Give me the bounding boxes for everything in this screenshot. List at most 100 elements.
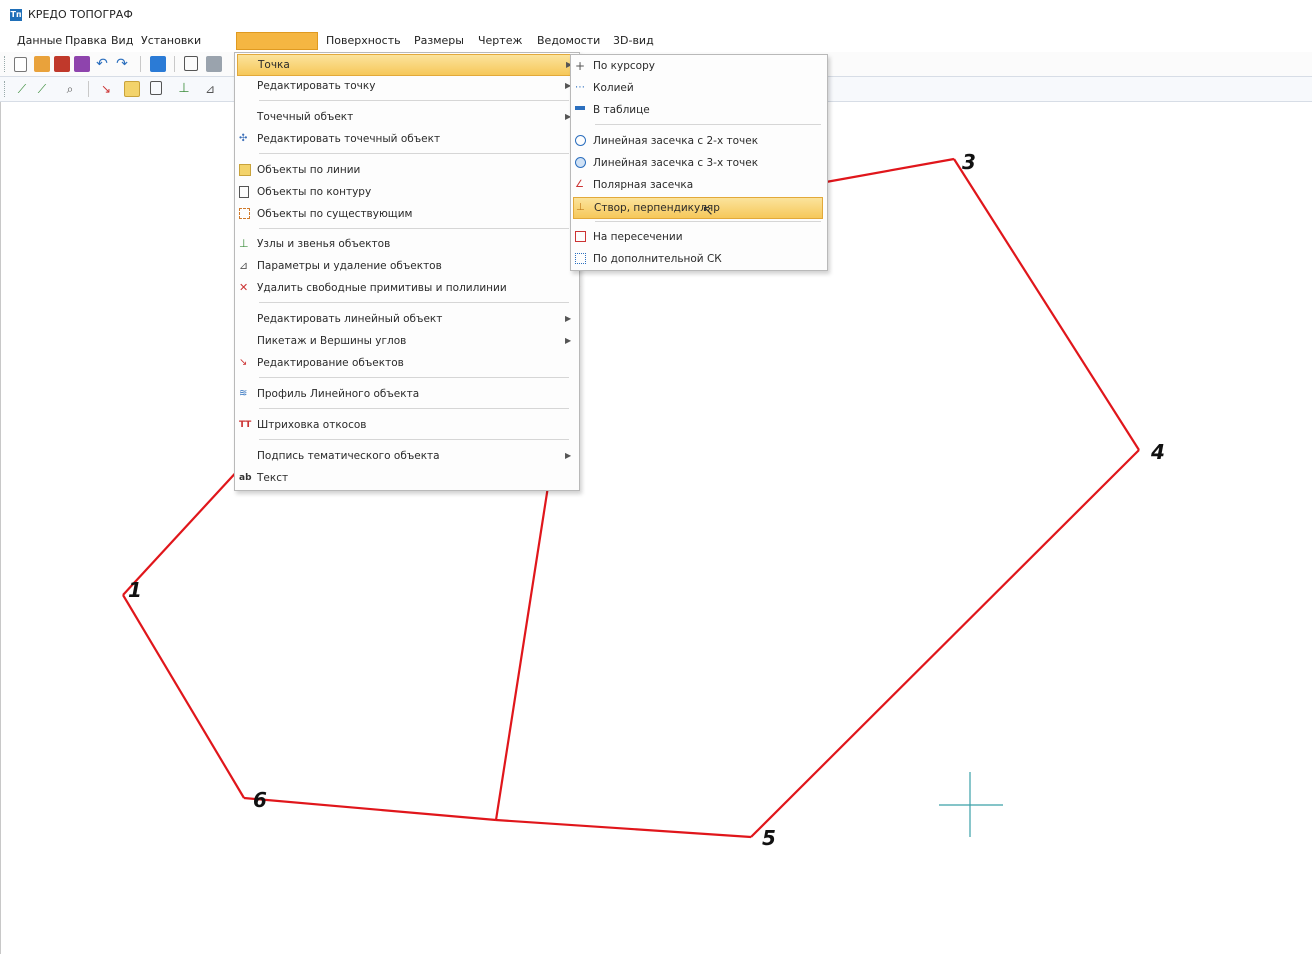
submenu-item-linear-2pt[interactable]: Линейная засечка с 2-х точек (573, 131, 821, 151)
point-label-3: 3 (962, 150, 976, 174)
frame-icon[interactable] (184, 56, 198, 71)
menu-item-label: В таблице (593, 104, 650, 116)
save-as-icon[interactable] (74, 56, 90, 72)
edge-6-mid[interactable] (243, 796, 497, 822)
new-file-icon[interactable] (14, 57, 27, 72)
submenu-item-additional-cs[interactable]: По дополнительной СК (573, 249, 821, 269)
linear-intersection-3-icon (575, 157, 586, 168)
submenu-item-by-cursor[interactable]: + По курсору (573, 56, 821, 76)
menu-item-label: Полярная засечка (593, 179, 694, 191)
edge-3-menu[interactable] (825, 157, 955, 184)
zoom-icon[interactable]: ⌕ (62, 81, 78, 97)
submenu-item-intersection[interactable]: На пересечении (573, 227, 821, 247)
toolbar-separator (174, 56, 175, 72)
menu-constructions[interactable]: Построения (236, 32, 318, 50)
submenu-item-by-track[interactable]: ⋯ Колией (573, 78, 821, 98)
menu-data[interactable]: Данные (14, 33, 65, 49)
menu-reports[interactable]: Ведомости (534, 33, 603, 49)
menu-item-parameters-delete[interactable]: ⊿ Параметры и удаление объектов (237, 256, 573, 276)
menu-item-label: По курсору (593, 60, 655, 72)
menu-item-linear-profile[interactable]: ≋ Профиль Линейного объекта (237, 384, 573, 404)
app-logo-icon: Тп (10, 9, 22, 21)
select-icon[interactable]: ↘ (98, 81, 114, 97)
menu-item-objects-by-contour[interactable]: Объекты по контуру (237, 182, 573, 202)
profile-icon: ≋ (239, 388, 248, 399)
menu-item-slope-hatching[interactable]: ТТ Штриховка откосов (237, 415, 573, 435)
nodes-icon: ⊥ (239, 237, 249, 250)
edge-mid-5[interactable] (495, 818, 752, 839)
menu-item-point-object[interactable]: Точечный объект ▶ (237, 107, 573, 127)
linear-intersection-icon (575, 135, 586, 146)
submenu-item-polar[interactable]: ∠ Полярная засечка (573, 175, 821, 195)
objects-by-contour-icon (239, 186, 249, 198)
app-title: КРЕДО ТОПОГРАФ (28, 8, 133, 21)
node-move-icon[interactable]: ⟋ (34, 81, 50, 97)
menu-item-delete-primitives[interactable]: ✕ Удалить свободные примитивы и полилини… (237, 278, 573, 298)
submenu-item-perpendicular[interactable]: ⊥ Створ, перпендикуляр (573, 197, 823, 219)
edit-objects-icon: ↘ (239, 357, 248, 368)
menu-item-label: Линейная засечка с 2-х точек (593, 135, 759, 147)
submenu-item-in-table[interactable]: В таблице (573, 100, 821, 120)
menu-settings[interactable]: Установки (138, 33, 204, 49)
menu-item-label: Объекты по линии (257, 164, 361, 176)
menu-item-label: Пикетаж и Вершины углов (257, 335, 407, 347)
menu-item-edit-linear-object[interactable]: Редактировать линейный объект ▶ (237, 309, 573, 329)
edge-1-top[interactable] (122, 466, 242, 596)
objects-by-line-icon (239, 164, 251, 176)
menu-item-label: Редактировать точку (257, 80, 376, 92)
table-icon (575, 106, 585, 110)
undo-icon[interactable]: ↶ (94, 56, 110, 72)
menu-dimensions[interactable]: Размеры (411, 33, 467, 49)
menu-item-edit-point[interactable]: Редактировать точку ▶ (237, 76, 573, 96)
cursor-point-icon: + (575, 59, 586, 73)
toolbar-grip[interactable] (4, 81, 8, 97)
text-icon: ab (239, 473, 252, 483)
nodes-icon[interactable]: ⊥ (176, 81, 192, 97)
redo-icon[interactable]: ↷ (114, 56, 130, 72)
toolbar-grip[interactable] (4, 56, 8, 72)
perpendicular-icon: ⊥ (576, 202, 585, 213)
submenu-item-linear-3pt[interactable]: Линейная засечка с 3-х точек (573, 153, 821, 173)
parameters-icon[interactable]: ⊿ (202, 81, 218, 97)
menu-item-label: Объекты по контуру (257, 186, 372, 198)
menu-item-objects-by-line[interactable]: Объекты по линии (237, 160, 573, 180)
edge-5-4[interactable] (750, 449, 1140, 838)
objects-by-line-icon[interactable] (124, 81, 140, 97)
save-icon[interactable] (54, 56, 70, 72)
menu-3d-view[interactable]: 3D-вид (610, 33, 657, 49)
title-bar: Тп КРЕДО ТОПОГРАФ (0, 0, 1312, 30)
point-label-4: 4 (1151, 440, 1165, 464)
menu-item-label: Профиль Линейного объекта (257, 388, 420, 400)
node-edit-icon[interactable]: ⟋ (14, 81, 30, 97)
objects-by-contour-icon[interactable] (150, 81, 162, 95)
menu-separator (259, 228, 569, 229)
menu-item-point[interactable]: Точка ▶ (237, 54, 575, 76)
menu-item-label: Узлы и звенья объектов (257, 238, 391, 250)
menu-item-label: Штриховка откосов (257, 419, 367, 431)
hatching-icon: ТТ (239, 420, 252, 430)
menu-item-stationing[interactable]: Пикетаж и Вершины углов ▶ (237, 331, 573, 351)
menu-item-label: Объекты по существующим (257, 208, 413, 220)
menu-drawing[interactable]: Чертеж (475, 33, 525, 49)
menu-item-label: Редактировать линейный объект (257, 313, 443, 325)
menu-separator (259, 302, 569, 303)
menu-separator (595, 124, 821, 125)
menu-edit[interactable]: Правка (62, 33, 110, 49)
menu-item-text[interactable]: ab Текст (237, 468, 573, 488)
dividing-line[interactable] (494, 479, 551, 821)
menu-item-edit-point-object[interactable]: ✣ Редактировать точечный объект (237, 129, 573, 149)
print-icon[interactable] (206, 56, 222, 72)
menu-item-thematic-label[interactable]: Подпись тематического объекта ▶ (237, 446, 573, 466)
info-icon[interactable] (150, 56, 166, 72)
menu-surface[interactable]: Поверхность (323, 33, 404, 49)
point-label-6: 6 (253, 788, 267, 812)
submenu-arrow-icon: ▶ (565, 451, 572, 460)
edge-1-6[interactable] (122, 594, 245, 799)
menu-item-edit-objects[interactable]: ↘ Редактирование объектов (237, 353, 573, 373)
menu-item-nodes-links[interactable]: ⊥ Узлы и звенья объектов (237, 234, 573, 254)
open-folder-icon[interactable] (34, 56, 50, 72)
edge-4-3[interactable] (953, 158, 1140, 451)
menu-view[interactable]: Вид (108, 33, 136, 49)
menu-item-objects-by-existing[interactable]: Объекты по существующим (237, 204, 573, 224)
track-icon: ⋯ (575, 82, 585, 93)
